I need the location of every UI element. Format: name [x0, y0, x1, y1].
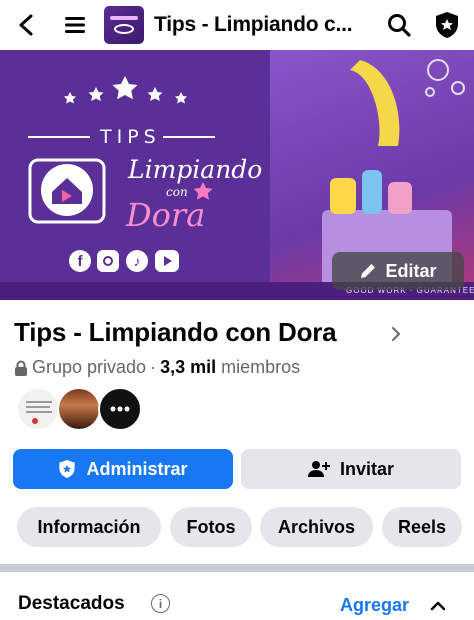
shield-star-icon	[59, 460, 76, 478]
chevron-right-icon[interactable]	[391, 326, 401, 347]
add-person-icon	[307, 461, 330, 477]
back-arrow-icon[interactable]	[14, 8, 38, 42]
members-word[interactable]: miembros	[221, 357, 300, 378]
cover-script-title-1: Limpiando	[128, 155, 263, 184]
lock-icon	[15, 360, 27, 376]
info-symbol: i	[158, 596, 163, 611]
top-bar-title[interactable]: Tips - Limpiando c...	[154, 13, 353, 37]
more-members-avatar[interactable]	[98, 387, 142, 431]
members-count[interactable]: 3,3 mil	[160, 357, 216, 378]
tab-fotos[interactable]: Fotos	[170, 507, 252, 547]
invite-button[interactable]: Invitar	[241, 449, 461, 489]
youtube-icon[interactable]	[155, 250, 179, 272]
manage-label: Administrar	[86, 458, 188, 479]
more-dots-icon	[110, 406, 130, 412]
manage-button[interactable]: Administrar	[13, 449, 233, 489]
group-thumbnail[interactable]	[104, 6, 144, 44]
top-bar: Tips - Limpiando c...	[0, 0, 474, 50]
edit-cover-button[interactable]: Editar	[332, 252, 464, 290]
meta-separator: ·	[150, 357, 157, 377]
invite-label: Invitar	[339, 458, 395, 479]
add-featured-link[interactable]: Agregar	[340, 595, 409, 616]
facebook-icon[interactable]: f	[69, 250, 91, 272]
avatar[interactable]	[57, 387, 101, 431]
instagram-icon[interactable]	[97, 250, 119, 272]
tab-archivos[interactable]: Archivos	[260, 507, 373, 547]
cover-brand-word: TIPS	[100, 126, 161, 148]
privacy-label: Grupo privado	[32, 357, 147, 377]
chevron-up-icon[interactable]	[430, 598, 446, 616]
pencil-icon	[361, 264, 376, 278]
section-divider	[0, 564, 474, 572]
shield-star-icon[interactable]	[433, 8, 461, 42]
group-meta: Grupo privado · 3,3 mil miembros	[14, 357, 300, 378]
tiktok-icon[interactable]: ♪	[126, 250, 148, 272]
tab-informacion[interactable]: Información	[17, 507, 161, 547]
group-name[interactable]: Tips - Limpiando con Dora	[14, 317, 337, 348]
menu-icon[interactable]	[63, 8, 87, 42]
cover-script-title-3: Dora	[126, 196, 206, 234]
tab-reels[interactable]: Reels	[382, 507, 462, 547]
info-icon[interactable]: i	[151, 594, 170, 613]
search-icon[interactable]	[386, 8, 412, 42]
featured-title: Destacados	[18, 593, 125, 614]
edit-label: Editar	[385, 260, 437, 281]
avatar[interactable]	[16, 387, 60, 431]
